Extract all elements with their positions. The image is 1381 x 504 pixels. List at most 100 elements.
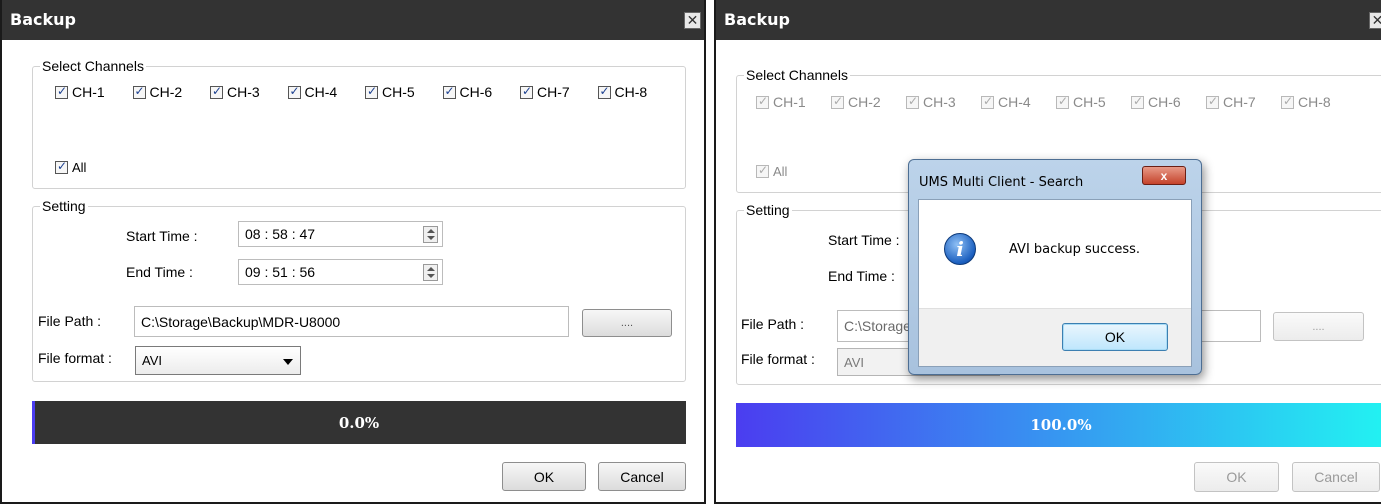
- check-icon: [365, 84, 378, 99]
- browse-button[interactable]: ....: [582, 309, 672, 337]
- end-time-label: End Time :: [126, 264, 193, 280]
- checkbox-label: CH-7: [1223, 94, 1256, 110]
- checkbox-ch-5[interactable]: CH-5: [365, 84, 415, 100]
- start-time-value: 08 : 58 : 47: [245, 226, 316, 242]
- checkbox-all-label: All: [72, 160, 87, 175]
- file-format-value: AVI: [844, 354, 864, 370]
- progress-percent: 0.0%: [338, 413, 380, 432]
- checkbox-label: CH-3: [923, 94, 956, 110]
- title-bar: Backup ✕: [716, 0, 1381, 40]
- check-icon: [831, 94, 844, 109]
- checkbox-all[interactable]: All: [55, 159, 87, 175]
- cancel-button[interactable]: Cancel: [1292, 462, 1380, 492]
- title-bar: Backup ✕: [2, 0, 704, 40]
- checkbox-ch-2[interactable]: CH-2: [831, 94, 881, 110]
- checkbox-label: CH-4: [998, 94, 1031, 110]
- check-icon: [287, 84, 301, 99]
- message-box-body: i AVI backup success. OK: [918, 199, 1192, 367]
- checkbox-label: CH-2: [149, 84, 183, 100]
- checkbox-ch-1[interactable]: CH-1: [55, 84, 105, 100]
- check-icon: [210, 84, 223, 99]
- check-icon: [520, 84, 533, 99]
- file-format-label: File format :: [741, 351, 815, 367]
- check-icon: [1206, 94, 1219, 109]
- checkbox-ch-4[interactable]: CH-4: [981, 94, 1031, 110]
- checkbox-ch-3[interactable]: CH-3: [210, 84, 260, 100]
- close-icon[interactable]: x: [1142, 166, 1186, 185]
- backup-progress-bar: 100.0%: [736, 403, 1381, 447]
- close-icon[interactable]: ✕: [1369, 12, 1381, 29]
- progress-start-marker: [32, 401, 35, 444]
- checkbox-label: CH-5: [1073, 94, 1106, 110]
- checkbox-label: CH-7: [537, 84, 570, 100]
- backup-progress-bar: 0.0%: [32, 401, 686, 444]
- start-time-label: Start Time :: [126, 228, 198, 244]
- check-icon: [55, 159, 68, 174]
- checkbox-label: CH-5: [382, 84, 415, 100]
- checkbox-ch-2[interactable]: CH-2: [132, 84, 183, 100]
- progress-percent: 100.0%: [1030, 416, 1092, 434]
- info-icon: i: [944, 233, 976, 265]
- message-box-title: UMS Multi Client - Search: [919, 175, 1084, 190]
- backup-dialog-left: Backup ✕ Select Channels CH-1 CH-2 CH-3 CH-…: [0, 0, 706, 504]
- check-icon: [597, 84, 611, 99]
- checkbox-ch-7[interactable]: CH-7: [520, 84, 570, 100]
- checkbox-ch-6[interactable]: CH-6: [1131, 94, 1181, 110]
- message-box-footer: OK: [919, 308, 1191, 366]
- check-icon: [981, 94, 994, 109]
- checkbox-ch-5[interactable]: CH-5: [1056, 94, 1106, 110]
- browse-button[interactable]: ....: [1273, 312, 1364, 341]
- file-path-input[interactable]: C:\Storage\Backup\MDR-U8000: [134, 306, 569, 337]
- start-time-label: Start Time :: [828, 232, 900, 248]
- check-icon: [906, 94, 919, 109]
- checkbox-label: CH-4: [304, 84, 338, 100]
- checkbox-label: CH-1: [773, 94, 806, 110]
- check-icon: [132, 84, 146, 99]
- select-channels-group: Select Channels: [32, 58, 686, 189]
- checkbox-ch-8[interactable]: CH-8: [1281, 94, 1331, 110]
- check-icon: [1056, 94, 1069, 109]
- checkbox-label: CH-6: [1148, 94, 1181, 110]
- start-time-field[interactable]: 08 : 58 : 47: [238, 221, 443, 247]
- file-path-label: File Path :: [741, 316, 805, 332]
- cancel-button[interactable]: Cancel: [598, 462, 686, 491]
- ok-button[interactable]: OK: [1062, 323, 1168, 351]
- file-path-label: File Path :: [38, 313, 102, 329]
- check-icon: [55, 84, 68, 99]
- checkbox-ch-1[interactable]: CH-1: [756, 94, 806, 110]
- checkbox-ch-7[interactable]: CH-7: [1206, 94, 1256, 110]
- check-icon: [1131, 94, 1144, 109]
- end-time-label: End Time :: [828, 268, 895, 284]
- file-path-value: C:\Storage\Backup\MDR-U8000: [141, 313, 341, 330]
- chevron-down-icon: [283, 359, 293, 365]
- select-channels-legend: Select Channels: [744, 67, 850, 83]
- checkbox-label: CH-3: [227, 84, 260, 100]
- checkbox-all[interactable]: All: [756, 163, 788, 179]
- message-text: AVI backup success.: [1009, 242, 1141, 257]
- checkbox-label: CH-6: [459, 84, 493, 100]
- checkbox-ch-8[interactable]: CH-8: [597, 84, 648, 100]
- checkbox-ch-6[interactable]: CH-6: [442, 84, 493, 100]
- end-time-field[interactable]: 09 : 51 : 56: [238, 259, 443, 285]
- spinner-icon[interactable]: [423, 226, 438, 243]
- file-format-label: File format :: [38, 350, 112, 366]
- setting-legend: Setting: [40, 198, 88, 214]
- file-format-value: AVI: [142, 353, 162, 368]
- dialog-title: Backup: [724, 10, 790, 29]
- dialog-title: Backup: [10, 10, 76, 29]
- end-time-value: 09 : 51 : 56: [245, 264, 316, 280]
- checkbox-ch-4[interactable]: CH-4: [287, 84, 338, 100]
- checkbox-ch-3[interactable]: CH-3: [906, 94, 956, 110]
- checkbox-label: CH-1: [72, 84, 105, 100]
- ok-button[interactable]: OK: [502, 462, 586, 491]
- checkbox-all-label: All: [773, 164, 788, 179]
- file-format-select[interactable]: AVI: [135, 346, 301, 375]
- check-icon: [442, 84, 456, 99]
- ok-button[interactable]: OK: [1194, 462, 1279, 492]
- checkbox-label: CH-8: [614, 84, 648, 100]
- checkbox-label: CH-8: [1298, 94, 1331, 110]
- message-box: UMS Multi Client - Search x i AVI backup…: [908, 159, 1202, 375]
- close-icon[interactable]: ✕: [684, 12, 701, 29]
- spinner-icon[interactable]: [423, 264, 438, 281]
- setting-legend: Setting: [744, 202, 792, 218]
